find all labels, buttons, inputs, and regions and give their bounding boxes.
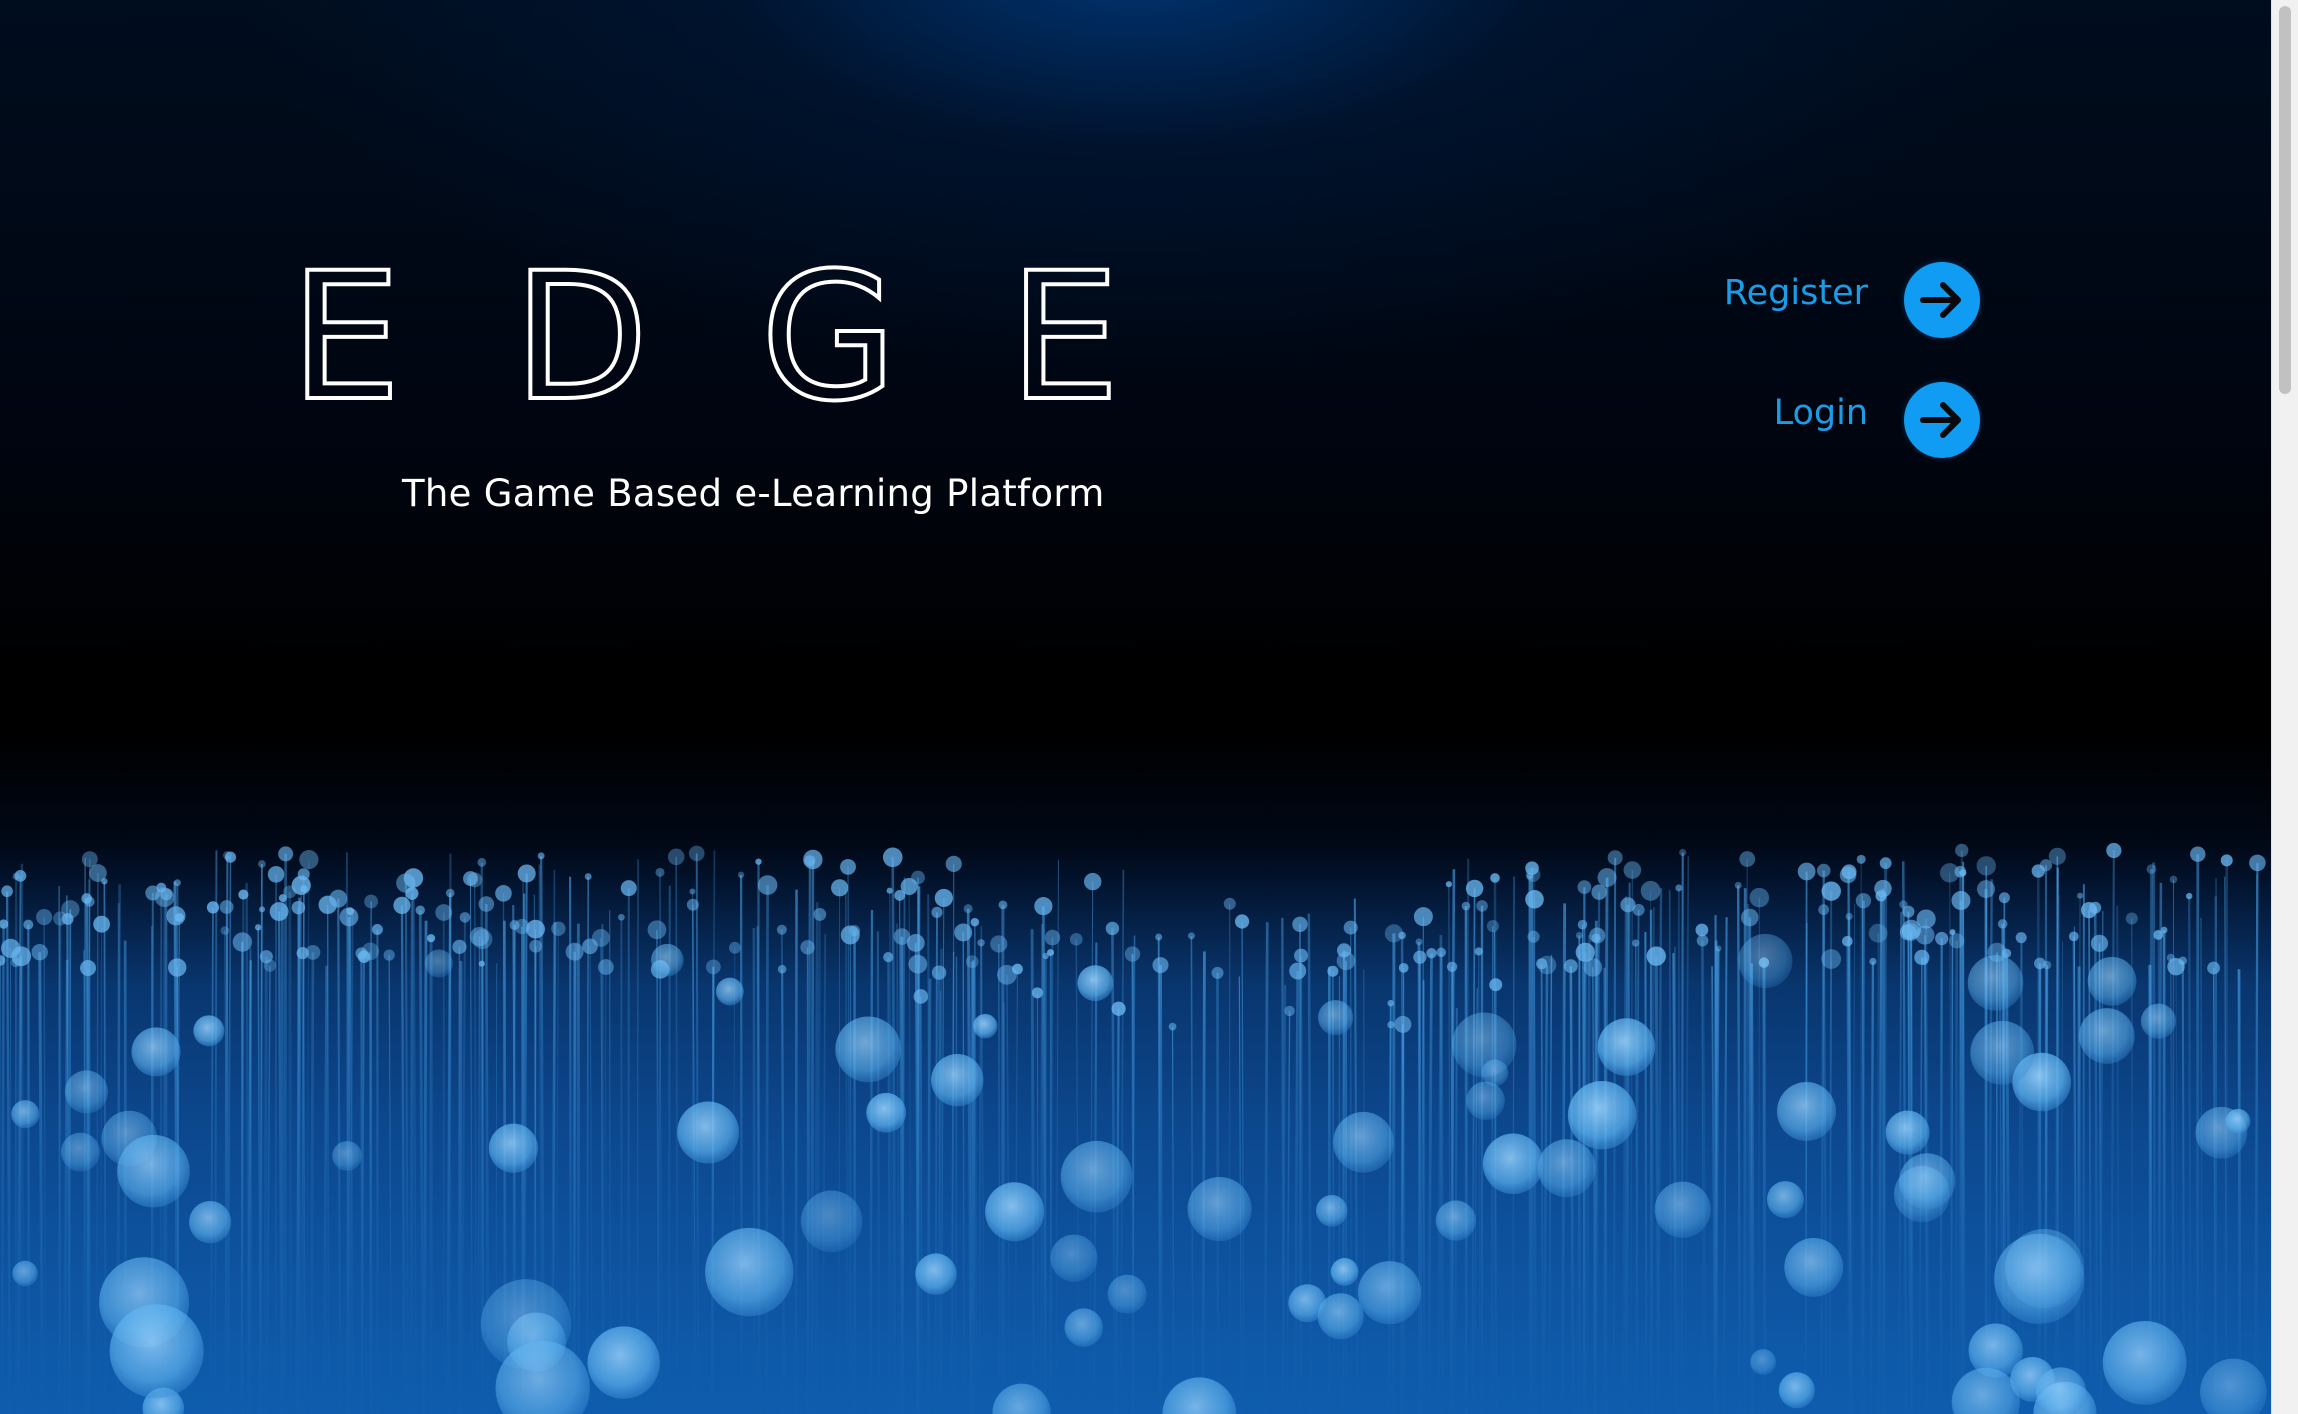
fiber-optic-background: [0, 700, 2272, 1414]
arrow-right-icon: [1920, 402, 1961, 438]
vertical-scrollbar[interactable]: [2271, 0, 2298, 1414]
register-label[interactable]: Register: [1724, 273, 1868, 313]
logo-letter-g: G: [759, 235, 899, 440]
logo-letter-d: D: [511, 235, 651, 440]
edge-logo: E D G E: [288, 235, 1122, 440]
hero-viewport: E D G E The Game Based e-Learning Platfo…: [0, 0, 2272, 1414]
register-link[interactable]: Register: [1680, 260, 1980, 340]
logo-letter-e1: E: [288, 235, 403, 440]
brand-block: E D G E The Game Based e-Learning Platfo…: [288, 235, 1130, 516]
logo-letter-e2: E: [1007, 235, 1122, 440]
login-link[interactable]: Login: [1680, 380, 1980, 460]
login-label[interactable]: Login: [1774, 393, 1868, 433]
landing-page: E D G E The Game Based e-Learning Platfo…: [0, 0, 2298, 1414]
auth-links: Register Login: [1680, 260, 1980, 500]
arrow-right-icon: [1920, 282, 1961, 318]
tagline: The Game Based e-Learning Platform: [402, 472, 1105, 515]
login-arrow-button[interactable]: [1904, 382, 1980, 458]
scrollbar-thumb[interactable]: [2279, 6, 2291, 394]
register-arrow-button[interactable]: [1904, 262, 1980, 338]
